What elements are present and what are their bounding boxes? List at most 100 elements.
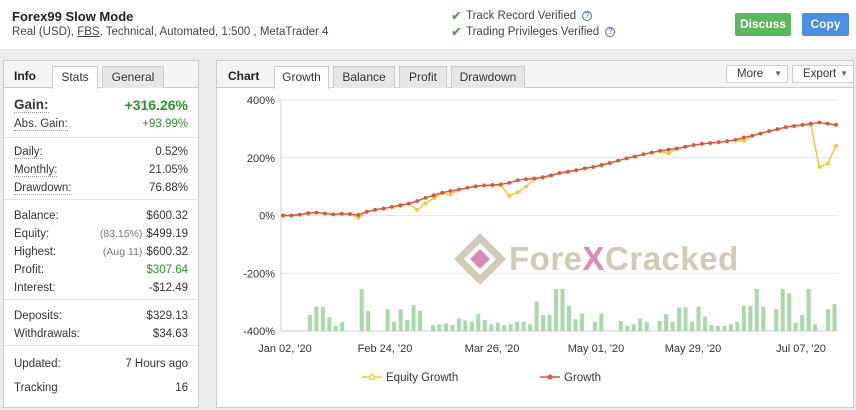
growth-point	[741, 135, 746, 140]
volume-bar	[709, 325, 714, 331]
volume-bar	[430, 325, 435, 331]
volume-bar	[573, 319, 578, 331]
growth-point	[557, 171, 562, 175]
volume-bar	[340, 321, 345, 331]
growth-point	[339, 211, 344, 216]
x-tick-label: Jul 07, '20	[776, 343, 826, 355]
growth-point	[540, 175, 545, 179]
equity-growth-point	[415, 207, 419, 212]
volume-bar	[554, 289, 558, 331]
growth-point	[758, 131, 763, 136]
volume-bar	[702, 316, 707, 331]
growth-point	[767, 129, 771, 134]
growth-point	[700, 141, 704, 146]
x-tick-label: Feb 24, '20	[358, 343, 413, 355]
volume-bar	[443, 323, 448, 331]
equity-growth-point	[825, 161, 830, 166]
growth-point	[448, 189, 453, 193]
growth-point	[808, 121, 813, 126]
growth-point	[658, 148, 662, 153]
equity-growth-point	[423, 201, 428, 206]
growth-point	[825, 121, 830, 126]
growth-point	[331, 212, 336, 217]
x-tick-label: Jan 02, '20	[258, 343, 311, 355]
x-tick-label: Mar 26, '20	[465, 343, 520, 355]
growth-point	[633, 154, 637, 159]
growth-point	[289, 213, 294, 218]
equity-growth-point	[834, 143, 838, 148]
y-tick-label: 400%	[247, 95, 275, 107]
volume-bar	[644, 321, 649, 331]
volume-bar	[748, 305, 753, 331]
growth-point	[783, 125, 788, 130]
growth-point	[515, 178, 520, 183]
volume-bar	[476, 314, 481, 331]
volume-bar	[683, 307, 688, 331]
volume-bar	[366, 310, 371, 331]
volume-bar	[657, 320, 662, 331]
growth-point	[348, 212, 352, 216]
growth-point	[473, 184, 478, 189]
growth-point	[800, 122, 805, 127]
growth-point	[649, 150, 654, 155]
growth-point	[574, 168, 579, 173]
volume-bar	[787, 293, 792, 331]
y-tick-label: -400%	[243, 326, 275, 338]
volume-bar	[566, 305, 571, 331]
equity-growth-point	[515, 190, 520, 195]
volume-bar	[437, 324, 442, 331]
volume-bar	[385, 309, 390, 331]
growth-point	[373, 207, 378, 212]
growth-point	[591, 165, 595, 169]
growth-point	[524, 177, 528, 182]
volume-bar	[826, 309, 831, 331]
growth-point	[708, 141, 713, 145]
volume-bar	[469, 321, 474, 331]
growth-point	[431, 193, 436, 198]
growth-point	[582, 166, 587, 171]
growth-point	[666, 147, 671, 152]
volume-bar	[398, 309, 403, 331]
watermark-logo-icon	[454, 233, 506, 285]
growth-chart: 400% 200% 0% -200% -400% Jan 02, '20 Feb 24, '…	[243, 95, 838, 384]
watermark: ForeXCracked const data = JSON.parse(doc…	[451, 230, 739, 288]
volume-bar	[314, 306, 319, 331]
y-tick-label: 200%	[247, 153, 275, 165]
volume-bar	[495, 322, 500, 331]
growth-point	[465, 185, 470, 190]
growth-point	[565, 169, 570, 174]
growth-point	[674, 146, 679, 151]
volume-bar	[625, 325, 630, 331]
growth-point	[775, 127, 780, 132]
legend-growth-marker	[547, 374, 553, 380]
volume-bar	[677, 307, 682, 331]
growth-point	[281, 213, 285, 218]
growth-point	[507, 180, 512, 185]
equity-growth-point	[741, 139, 746, 143]
growth-point	[322, 211, 327, 216]
volume-bar	[793, 322, 798, 331]
volume-bar	[450, 325, 455, 331]
legend-equity-label: Equity Growth	[386, 372, 458, 384]
volume-bar	[618, 320, 623, 331]
volume-bar	[800, 315, 805, 331]
volume-bar	[579, 313, 584, 331]
equity-growth-point	[448, 192, 453, 197]
volume-bar	[411, 304, 416, 331]
equity-growth-point	[507, 193, 512, 198]
volume-bar	[515, 321, 520, 331]
volume-bar	[696, 306, 701, 331]
equity-growth-point	[817, 165, 822, 169]
growth-point	[616, 158, 621, 163]
volume-bar	[715, 325, 720, 331]
volume-bar	[359, 289, 364, 331]
growth-point	[306, 211, 311, 216]
growth-point	[641, 152, 646, 157]
volume-bar	[638, 318, 643, 331]
growth-point	[683, 144, 688, 149]
growth-point	[532, 176, 537, 181]
volume-bar	[418, 310, 422, 331]
volume-bar	[333, 325, 338, 331]
growth-point	[406, 201, 411, 206]
volume-bar	[456, 318, 461, 331]
